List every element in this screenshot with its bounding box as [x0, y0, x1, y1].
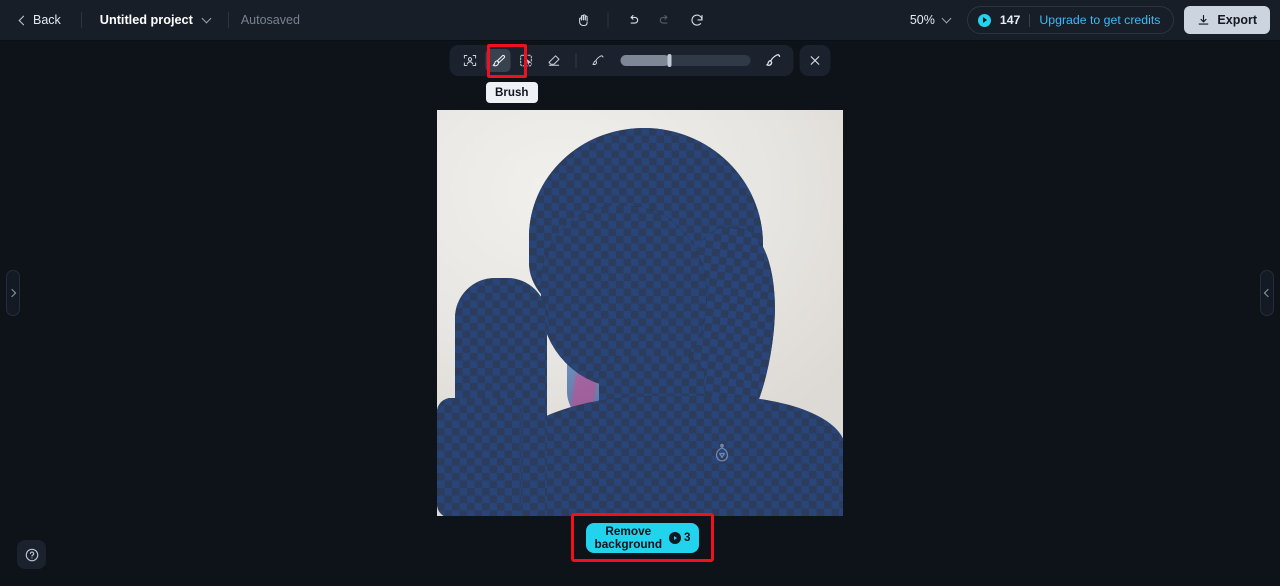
export-button-label: Export [1217, 13, 1257, 27]
brush-size-fill [620, 55, 670, 66]
chevron-left-icon [18, 15, 29, 25]
toolbar-group [449, 45, 794, 76]
chevron-down-icon [201, 13, 212, 23]
editor-app: Back Untitled project Autosaved 50% 147 … [0, 0, 1280, 586]
chevron-down-icon [941, 13, 952, 23]
zoom-level-value: 50% [909, 13, 935, 27]
credits-pill: 147 Upgrade to get credits [966, 6, 1175, 34]
right-panel-toggle[interactable] [1260, 270, 1274, 316]
remove-background-cost-value: 3 [684, 531, 691, 544]
credit-coin-icon [669, 531, 682, 544]
credit-coin-icon [977, 13, 991, 27]
brush-icon[interactable] [485, 49, 511, 72]
chevron-right-icon [7, 288, 17, 298]
divider [227, 12, 229, 28]
back-button-label: Back [33, 13, 61, 27]
top-bar-center-tools [570, 7, 711, 33]
top-bar-right: 50% 147 Upgrade to get credits Export [903, 6, 1270, 34]
magic-select-icon[interactable] [514, 49, 539, 72]
reset-icon[interactable] [683, 7, 711, 33]
remove-background-label: Remove background [594, 523, 663, 551]
eraser-icon[interactable] [542, 49, 567, 72]
divider [80, 12, 82, 28]
brush-size-knob[interactable] [667, 54, 672, 67]
brush-size-slider[interactable] [620, 54, 751, 67]
project-name: Untitled project [99, 13, 193, 27]
brush-small-icon[interactable] [586, 49, 611, 72]
remove-background-cost: 3 [669, 531, 690, 544]
brush-large-icon[interactable] [761, 49, 786, 72]
brand-watermark-icon [711, 442, 733, 464]
credits-count: 147 [999, 13, 1021, 27]
selection-mask-overlay [437, 110, 843, 516]
back-button[interactable]: Back [12, 8, 69, 32]
help-button[interactable] [17, 540, 46, 569]
remove-background-line2: background [594, 536, 663, 551]
divider [607, 12, 609, 28]
upgrade-link[interactable]: Upgrade to get credits [1039, 13, 1160, 27]
redo-icon[interactable] [651, 7, 679, 33]
download-icon [1199, 14, 1209, 25]
remove-background-highlight: Remove background 3 [571, 513, 714, 562]
chevron-left-icon [1263, 288, 1273, 298]
divider [575, 53, 577, 68]
save-status: Autosaved [240, 13, 300, 27]
top-bar: Back Untitled project Autosaved 50% 147 … [0, 0, 1280, 41]
zoom-level-dropdown[interactable]: 50% [903, 8, 957, 32]
brush-tooltip: Brush [486, 82, 538, 103]
remove-background-button[interactable]: Remove background 3 [586, 522, 699, 553]
divider [1029, 13, 1031, 27]
close-toolbar-button[interactable] [799, 45, 831, 76]
top-bar-left: Back Untitled project Autosaved [0, 8, 300, 32]
project-name-dropdown[interactable]: Untitled project [94, 9, 216, 31]
brush-toolbar [449, 45, 831, 76]
mask-region [437, 398, 521, 516]
export-button[interactable]: Export [1184, 6, 1270, 34]
left-panel-toggle[interactable] [6, 270, 20, 316]
undo-icon[interactable] [619, 7, 647, 33]
image-canvas[interactable] [437, 110, 843, 516]
subject-select-icon[interactable] [458, 49, 483, 72]
mask-region [509, 396, 843, 516]
remove-background-line1: Remove [605, 523, 652, 538]
help-circle-icon [25, 548, 38, 561]
hand-tool-icon[interactable] [570, 7, 598, 33]
close-icon [810, 56, 820, 65]
